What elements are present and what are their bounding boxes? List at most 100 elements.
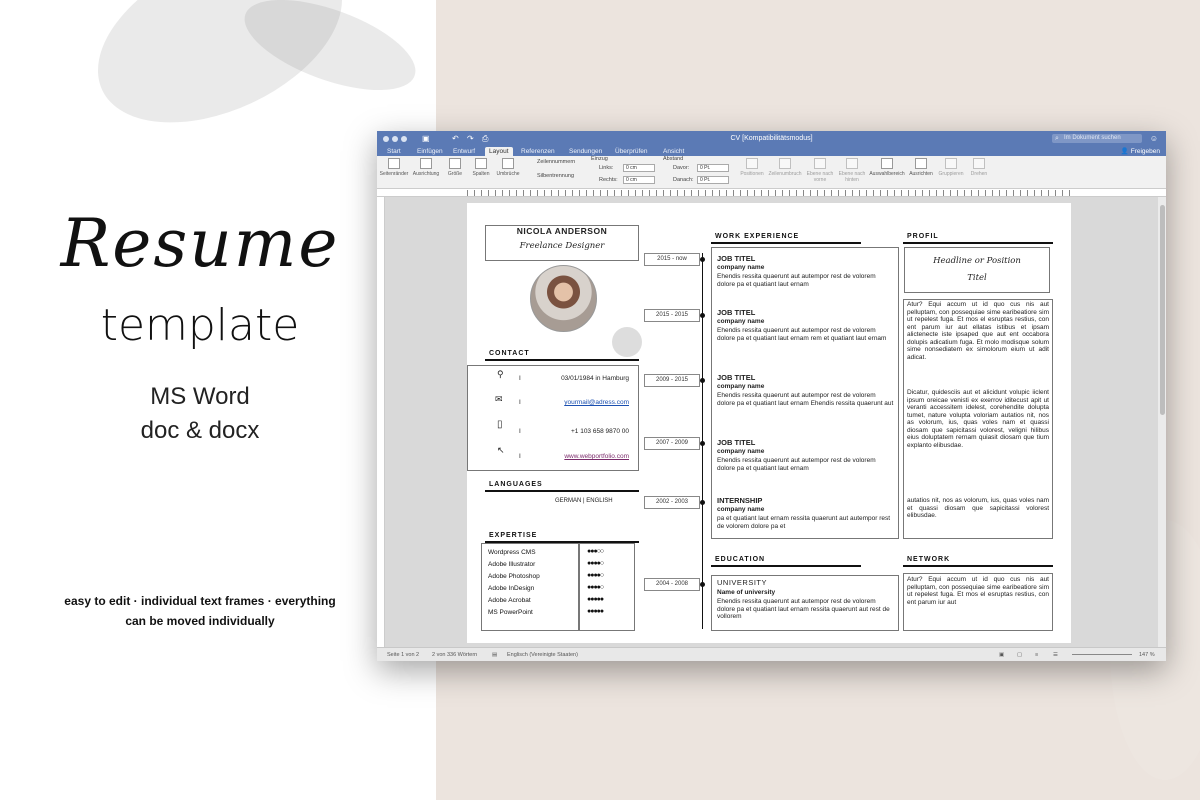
person-icon: 👤 xyxy=(1120,148,1129,155)
tab-start[interactable]: Start xyxy=(383,147,405,156)
breaks-button[interactable]: Umbrüche xyxy=(495,158,521,177)
job-company: company name xyxy=(717,318,765,325)
tab-layout[interactable]: Layout xyxy=(485,147,513,156)
send-backward-label: Ebene nach hinten xyxy=(838,171,866,183)
language-status[interactable]: Englisch (Vereinigte Staaten) xyxy=(507,652,578,658)
orientation-button[interactable]: Ausrichtung xyxy=(411,158,441,177)
tab-ansicht[interactable]: Ansicht xyxy=(659,147,688,156)
job-date: 2007 - 2009 xyxy=(644,437,700,450)
promo-features-line1: easy to edit · individual text frames · … xyxy=(64,594,336,608)
document-search-input[interactable]: ⌕ Im Dokument suchen xyxy=(1052,134,1142,143)
contact-separator: I xyxy=(519,375,521,382)
job-company: company name xyxy=(717,264,765,271)
contact-website[interactable]: www.webportfolio.com xyxy=(527,453,629,461)
envelope-icon: ✉ xyxy=(495,394,503,404)
proofing-icon[interactable]: ▤ xyxy=(492,652,497,658)
wrap-text-label: Zeilenumbruch xyxy=(768,171,802,177)
scrollbar-thumb[interactable] xyxy=(1160,205,1165,415)
skill-rating: ●●●●○ xyxy=(587,584,604,591)
job-title: JOB TITEL xyxy=(717,254,756,263)
education-school: Name of university xyxy=(717,589,776,596)
timeline-dot xyxy=(700,378,705,383)
promo-script-title: Resume xyxy=(60,205,340,282)
outline-view-icon[interactable]: ≡ xyxy=(1035,652,1038,658)
languages-heading: LANGUAGES xyxy=(489,481,543,488)
word-count[interactable]: 2 von 336 Wörtern xyxy=(432,652,477,658)
share-label: Freigeben xyxy=(1130,148,1160,155)
profile-photo xyxy=(530,265,597,332)
position-button[interactable]: Positionen xyxy=(739,158,765,177)
align-button[interactable]: Ausrichten xyxy=(907,158,935,177)
zoom-slider[interactable] xyxy=(1072,654,1132,655)
print-layout-icon[interactable]: ▣ xyxy=(999,652,1004,658)
search-placeholder: Im Dokument suchen xyxy=(1064,135,1121,141)
resume-role: Freelance Designer xyxy=(519,241,605,251)
vertical-ruler[interactable] xyxy=(377,197,385,647)
selection-pane-label: Auswahlbereich xyxy=(869,171,905,177)
margins-button[interactable]: Seitenränder xyxy=(379,158,409,177)
selection-pane-button[interactable]: Auswahlbereich xyxy=(869,158,905,177)
profile-headline: Headline or Position Titel xyxy=(933,256,1021,283)
spacing-after-field[interactable]: 0 Pt. xyxy=(697,176,729,184)
page-count[interactable]: Seite 1 von 2 xyxy=(387,652,419,658)
tab-einfuegen[interactable]: Einfügen xyxy=(413,147,447,156)
position-label: Positionen xyxy=(740,171,764,177)
education-title: UNIVERSITY xyxy=(717,578,768,587)
job-title: JOB TITEL xyxy=(717,373,756,382)
contact-email[interactable]: yourmail@adress.com xyxy=(527,399,629,407)
profile-heading-rule xyxy=(903,242,1053,244)
tab-ueberpruefen[interactable]: Überprüfen xyxy=(611,147,652,156)
title-bar: ▣ ↶ ↷ ⎙ CV [Kompatibilitätsmodus] ⌕ Im Do… xyxy=(377,131,1166,146)
network-heading-rule xyxy=(903,565,1053,567)
orientation-icon xyxy=(420,158,432,169)
hyphenation-dropdown[interactable]: Silbentrennung xyxy=(537,173,574,179)
web-layout-icon[interactable]: ▢ xyxy=(1017,652,1022,658)
tab-sendungen[interactable]: Sendungen xyxy=(565,147,606,156)
selection-handle[interactable] xyxy=(612,327,642,357)
contact-separator: I xyxy=(519,428,521,435)
timeline-dot xyxy=(700,441,705,446)
indent-right-field[interactable]: 0 cm xyxy=(623,176,655,184)
skill-name: Wordpress CMS xyxy=(488,549,536,556)
size-icon xyxy=(449,158,461,169)
tab-entwurf[interactable]: Entwurf xyxy=(449,147,479,156)
share-button[interactable]: 👤 Freigeben xyxy=(1121,147,1160,155)
spacing-before-field[interactable]: 0 Pt. xyxy=(697,164,729,172)
wrap-text-button[interactable]: Zeilenumbruch xyxy=(767,158,803,177)
promo-format-line1: MS Word xyxy=(150,383,250,410)
work-heading-rule xyxy=(711,242,861,244)
skill-name: MS PowerPoint xyxy=(488,609,533,616)
bring-forward-button[interactable]: Ebene nach vorne xyxy=(805,158,835,183)
languages-heading-rule xyxy=(485,490,639,492)
skill-name: Adobe Illustrator xyxy=(488,561,536,568)
spacing-after-label: Danach: xyxy=(673,177,694,183)
rotate-button[interactable]: Drehen xyxy=(967,158,991,177)
wrap-text-icon xyxy=(779,158,791,169)
spacing-label: Abstand xyxy=(663,156,684,162)
draft-view-icon[interactable]: ☰ xyxy=(1053,652,1058,658)
timeline-dot xyxy=(700,582,705,587)
education-heading: EDUCATION xyxy=(715,556,766,563)
ribbon-tabs: Start Einfügen Entwurf Layout Referenzen… xyxy=(377,146,1166,156)
send-backward-button[interactable]: Ebene nach hinten xyxy=(837,158,867,183)
vertical-scrollbar[interactable] xyxy=(1158,197,1166,647)
job-company: company name xyxy=(717,506,765,513)
size-button[interactable]: Größe xyxy=(443,158,467,177)
profile-heading: PROFIL xyxy=(907,233,939,240)
document-page[interactable]: NICOLA ANDERSON Freelance Designer CONTA… xyxy=(467,203,1071,643)
horizontal-ruler[interactable] xyxy=(377,189,1166,197)
tab-referenzen[interactable]: Referenzen xyxy=(517,147,559,156)
job-description: Ehendis ressita quaerunt aut autempor re… xyxy=(717,327,887,342)
indent-left-field[interactable]: 0 cm xyxy=(623,164,655,172)
columns-button[interactable]: Spalten xyxy=(469,158,493,177)
group-icon xyxy=(945,158,957,169)
status-bar: Seite 1 von 2 2 von 336 Wörtern ▤ Englis… xyxy=(377,647,1166,661)
line-numbers-dropdown[interactable]: Zeilennummern xyxy=(537,159,575,165)
profile-paragraph: Dicatur, quidesciis aut et alicidunt vol… xyxy=(907,389,1049,449)
skill-name: Adobe InDesign xyxy=(488,585,535,592)
group-button[interactable]: Gruppieren xyxy=(937,158,965,177)
smiley-icon[interactable]: ☺ xyxy=(1150,134,1158,143)
job-title: INTERNSHIP xyxy=(717,496,763,505)
timeline-dot xyxy=(700,313,705,318)
zoom-level[interactable]: 147 % xyxy=(1139,652,1155,658)
